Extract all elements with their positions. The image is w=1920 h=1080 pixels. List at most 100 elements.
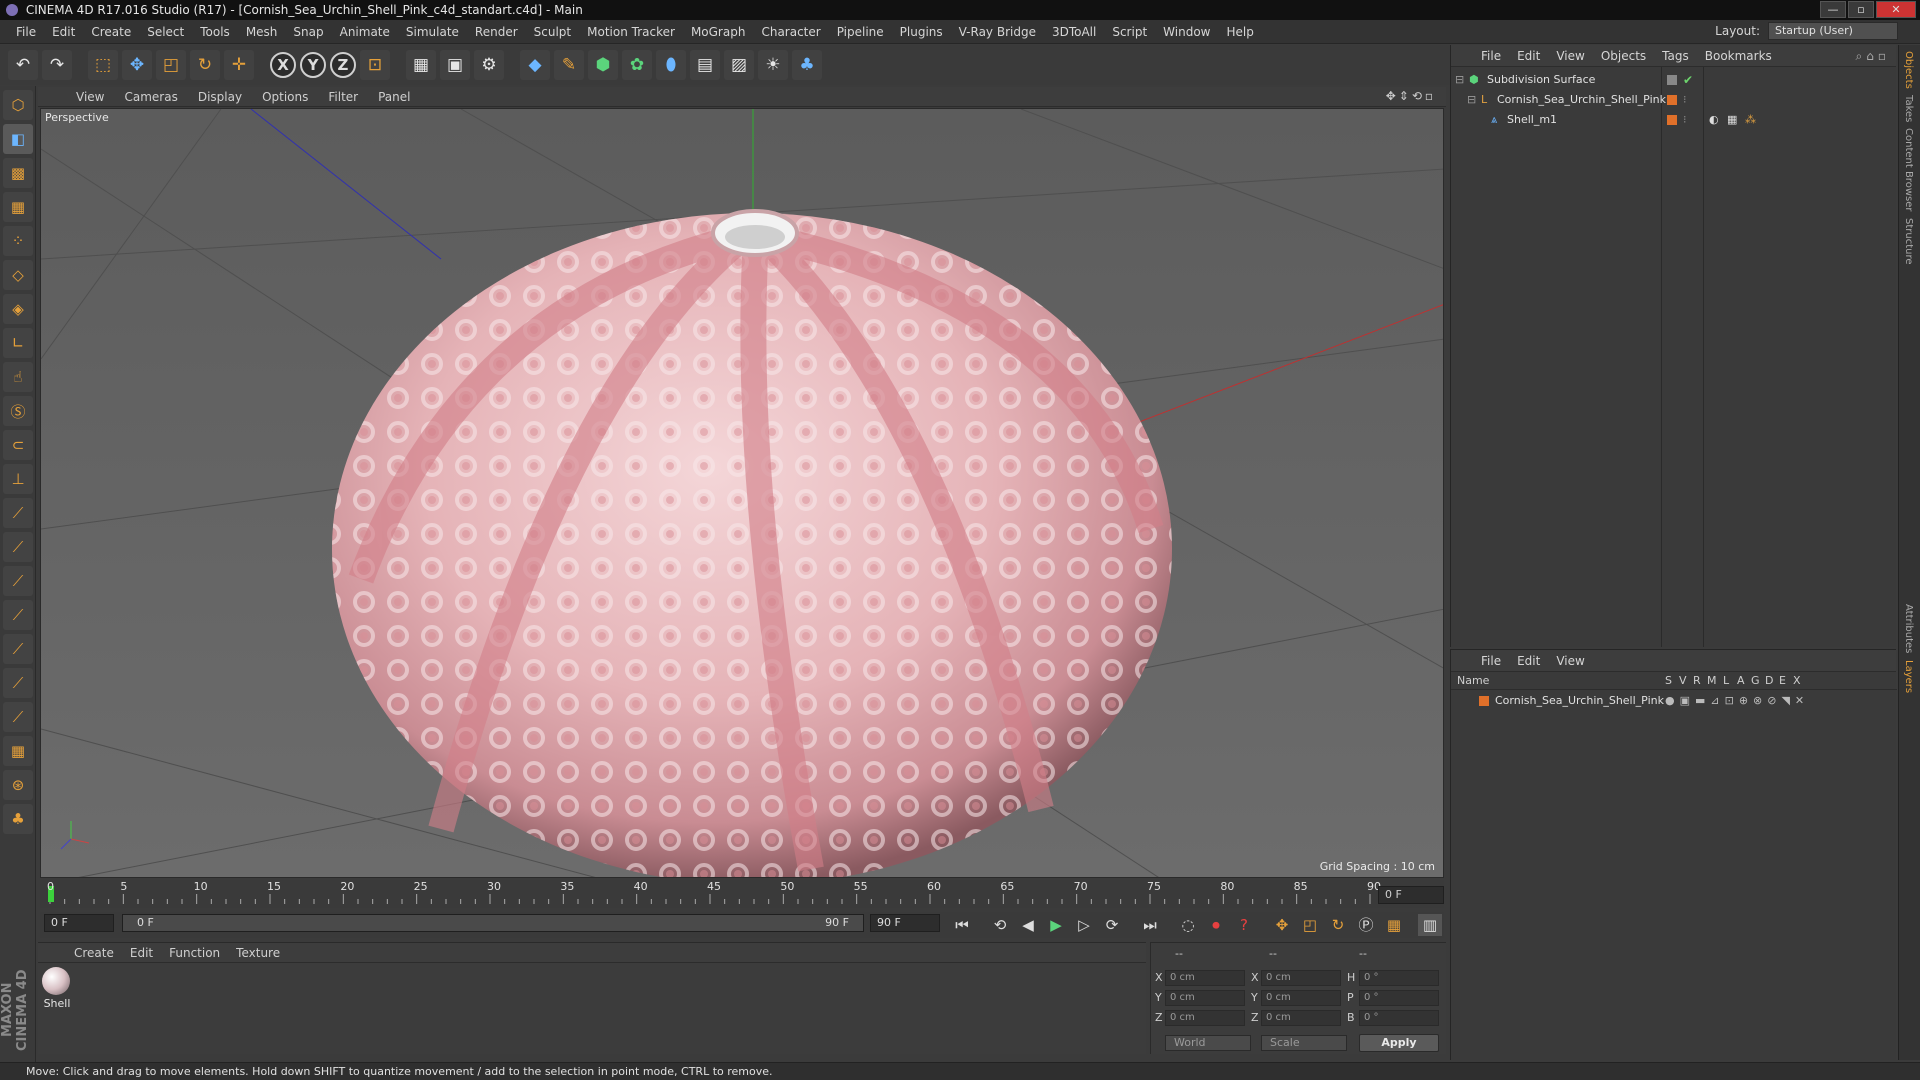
enabled-check-icon[interactable]: ✔ xyxy=(1683,71,1693,89)
frame-range-slider[interactable]: 0 F 90 F xyxy=(122,914,864,932)
viewport-menu-options[interactable]: Options xyxy=(252,90,318,104)
loop-icon[interactable]: ⟳ xyxy=(1100,914,1124,936)
menu-snap[interactable]: Snap xyxy=(285,25,331,39)
menu-mesh[interactable]: Mesh xyxy=(238,25,286,39)
start-frame-field[interactable]: 0 F xyxy=(44,914,114,932)
sculpt-icon[interactable]: ⟋ xyxy=(3,600,33,630)
workplane-mode-icon[interactable]: ▦ xyxy=(3,192,33,222)
sphere-grid-icon[interactable]: ⊛ xyxy=(3,770,33,800)
size-x-field[interactable]: 0 cm xyxy=(1261,970,1341,986)
layout-dropdown[interactable]: Startup (User) xyxy=(1768,22,1898,40)
texture-mode-icon[interactable]: ▩ xyxy=(3,158,33,188)
undo-icon[interactable]: ↶ xyxy=(8,50,38,80)
polygons-mode-icon[interactable]: ◈ xyxy=(3,294,33,324)
go-to-end-icon[interactable]: ⏭ xyxy=(1138,914,1162,936)
motion-record-icon[interactable]: ◌ xyxy=(1176,914,1200,936)
object-row-subdivision-surface[interactable]: ⊟ ⬢ Subdivision Surface ✔ xyxy=(1451,71,1897,89)
material-menu-texture[interactable]: Texture xyxy=(228,946,288,960)
object-manager-search-icons[interactable]: ⌕⌂▫ xyxy=(1856,49,1890,64)
material-menu-create[interactable]: Create xyxy=(66,946,122,960)
coordinate-system-icon[interactable]: ⊡ xyxy=(360,50,390,80)
menu-create[interactable]: Create xyxy=(83,25,139,39)
menu-select[interactable]: Select xyxy=(139,25,192,39)
layer-toggle-icons[interactable]: ●▣▬⊿⊡⊕⊗⊘◥✕ xyxy=(1665,692,1809,710)
x-axis-lock-button[interactable]: X xyxy=(270,52,296,78)
menu-plugins[interactable]: Plugins xyxy=(892,25,951,39)
bend-icon[interactable]: ⟋ xyxy=(3,702,33,732)
size-z-field[interactable]: 0 cm xyxy=(1261,1010,1341,1026)
key-position-icon[interactable]: ✥ xyxy=(1270,914,1294,936)
live-selection-icon[interactable]: ⬚ xyxy=(88,50,118,80)
texture-tag-icon[interactable]: ⁂ xyxy=(1745,111,1756,129)
edges-mode-icon[interactable]: ◇ xyxy=(3,260,33,290)
rotation-p-field[interactable]: 0 ° xyxy=(1359,990,1439,1006)
python-icon[interactable]: ♣ xyxy=(792,50,822,80)
position-x-field[interactable]: 0 cm xyxy=(1165,970,1245,986)
go-to-start-icon[interactable]: ⏮ xyxy=(950,914,974,936)
maximize-button[interactable]: ▫ xyxy=(1848,1,1874,18)
key-rotation-icon[interactable]: ↻ xyxy=(1326,914,1350,936)
viewport-menu-filter[interactable]: Filter xyxy=(318,90,368,104)
object-row-cornish-sea-urchin[interactable]: ⊟ L Cornish_Sea_Urchin_Shell_Pink ⁝ xyxy=(1451,91,1897,109)
array-generator-icon[interactable]: ✿ xyxy=(622,50,652,80)
floor-scene-icon[interactable]: ▤ xyxy=(690,50,720,80)
visibility-dots-icon[interactable]: ⁝ xyxy=(1683,111,1687,129)
layer-color-icon[interactable] xyxy=(1667,115,1677,125)
sea-urchin-shell-model[interactable] xyxy=(332,209,1172,878)
viewport-menu-cameras[interactable]: Cameras xyxy=(114,90,187,104)
auto-keyframe-icon[interactable]: ? xyxy=(1232,914,1256,936)
move-tool-icon[interactable]: ✥ xyxy=(122,50,152,80)
end-frame-field[interactable]: 90 F xyxy=(870,914,940,932)
close-button[interactable]: ✕ xyxy=(1876,1,1916,18)
perspective-viewport[interactable]: Perspective Grid Spacing : 10 cm xyxy=(40,108,1444,878)
viewport-navigation-icons[interactable]: ✥⇕⟲▫ xyxy=(1386,89,1436,103)
menu-script[interactable]: Script xyxy=(1104,25,1155,39)
layer-color-icon[interactable] xyxy=(1667,95,1677,105)
objects-menu-objects[interactable]: Objects xyxy=(1593,49,1654,63)
menu-pipeline[interactable]: Pipeline xyxy=(829,25,892,39)
rotate-tool-icon[interactable]: ↻ xyxy=(190,50,220,80)
snap-icon[interactable]: Ⓢ xyxy=(3,396,33,426)
size-y-field[interactable]: 0 cm xyxy=(1261,990,1341,1006)
points-mode-icon[interactable]: ⁘ xyxy=(3,226,33,256)
material-menu-edit[interactable]: Edit xyxy=(122,946,161,960)
objects-menu-edit[interactable]: Edit xyxy=(1509,49,1548,63)
scale-tool-icon[interactable]: ◰ xyxy=(156,50,186,80)
menu-simulate[interactable]: Simulate xyxy=(398,25,467,39)
next-frame-icon[interactable]: ▷ xyxy=(1072,914,1096,936)
tweak-mode-icon[interactable]: ☝ xyxy=(3,362,33,392)
paint-icon[interactable]: ⟋ xyxy=(3,634,33,664)
cube-primitive-icon[interactable]: ◆ xyxy=(520,50,550,80)
key-parameter-icon[interactable]: Ⓟ xyxy=(1354,914,1378,936)
menu-3dtoall[interactable]: 3DToAll xyxy=(1044,25,1104,39)
timeline-window-icon[interactable]: ▥ xyxy=(1418,914,1442,936)
visibility-dot-icon[interactable] xyxy=(1667,75,1677,85)
previous-frame-icon[interactable]: ◀ xyxy=(1016,914,1040,936)
objects-menu-tags[interactable]: Tags xyxy=(1654,49,1697,63)
layer-color-swatch[interactable] xyxy=(1479,696,1489,706)
menu-render[interactable]: Render xyxy=(467,25,526,39)
menu-animate[interactable]: Animate xyxy=(332,25,398,39)
objects-menu-view[interactable]: View xyxy=(1548,49,1592,63)
coordinate-space-dropdown[interactable]: World xyxy=(1165,1035,1251,1051)
current-frame-field[interactable]: 0 F xyxy=(1378,886,1444,904)
menu-sculpt[interactable]: Sculpt xyxy=(526,25,579,39)
menu-help[interactable]: Help xyxy=(1218,25,1261,39)
rotation-b-field[interactable]: 0 ° xyxy=(1359,1010,1439,1026)
menu-mograph[interactable]: MoGraph xyxy=(683,25,754,39)
tree-toggle-icon[interactable]: ⊟ xyxy=(1455,71,1464,89)
z-axis-lock-button[interactable]: Z xyxy=(330,52,356,78)
python-script-icon[interactable]: ♣ xyxy=(3,804,33,834)
material-menu-function[interactable]: Function xyxy=(161,946,228,960)
timeline-ruler[interactable]: 0 5 10 15 20 25 30 35 40 45 50 55 60 65 70 75 80 85 90 xyxy=(40,880,1444,908)
minimize-button[interactable]: — xyxy=(1820,1,1846,18)
menu-character[interactable]: Character xyxy=(753,25,828,39)
smooth-icon[interactable]: ⟋ xyxy=(3,566,33,596)
menu-vray-bridge[interactable]: V-Ray Bridge xyxy=(951,25,1044,39)
tree-toggle-icon[interactable]: ⊟ xyxy=(1467,91,1476,109)
make-editable-icon[interactable]: ⬡ xyxy=(3,90,33,120)
lasso-icon[interactable]: ⟋ xyxy=(3,668,33,698)
material-swatch[interactable]: Shell xyxy=(42,967,72,1010)
menu-motion-tracker[interactable]: Motion Tracker xyxy=(579,25,683,39)
tab-layers[interactable]: Layers xyxy=(1903,660,1914,693)
